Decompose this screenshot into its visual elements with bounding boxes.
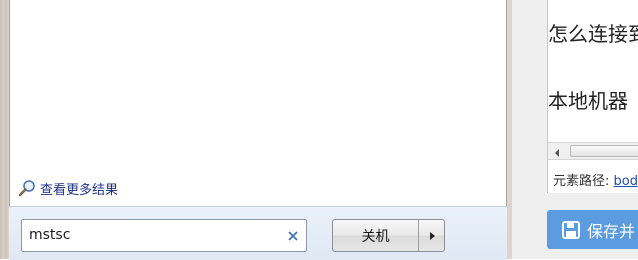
save-button[interactable]: 保存并 xyxy=(547,210,638,249)
editor-line-2: 本地机器 xyxy=(548,89,628,113)
magnifier-icon xyxy=(18,179,36,197)
arrow-left-icon xyxy=(554,142,560,161)
element-path-label: 元素路径: xyxy=(553,174,610,189)
search-bar-area: mstsc 关机 xyxy=(9,206,507,260)
start-menu: 查看更多结果 mstsc 关机 xyxy=(0,0,512,260)
scroll-left-button[interactable] xyxy=(550,145,564,158)
rich-text-editor[interactable]: 怎么连接到 本地机器 元素路径: body xyxy=(547,0,638,193)
shutdown-options-button[interactable] xyxy=(419,220,444,251)
element-path: 元素路径: body xyxy=(553,170,638,189)
see-more-results-label: 查看更多结果 xyxy=(40,182,119,198)
shutdown-button[interactable]: 关机 xyxy=(333,220,419,251)
arrow-right-icon xyxy=(428,226,436,245)
horizontal-scrollbar[interactable] xyxy=(548,142,638,160)
search-input-value: mstsc xyxy=(29,227,71,243)
see-more-results-link[interactable]: 查看更多结果 xyxy=(18,178,118,198)
search-results-pane: 查看更多结果 xyxy=(9,0,507,206)
close-icon[interactable] xyxy=(286,228,300,242)
shutdown-button-group: 关机 xyxy=(332,219,445,252)
search-input[interactable]: mstsc xyxy=(21,219,307,252)
floppy-disk-icon xyxy=(562,220,580,239)
editor-line-1: 怎么连接到 xyxy=(548,22,638,46)
save-button-label: 保存并 xyxy=(587,221,636,241)
scrollbar-thumb[interactable] xyxy=(570,145,638,157)
element-path-link[interactable]: body xyxy=(614,174,638,189)
